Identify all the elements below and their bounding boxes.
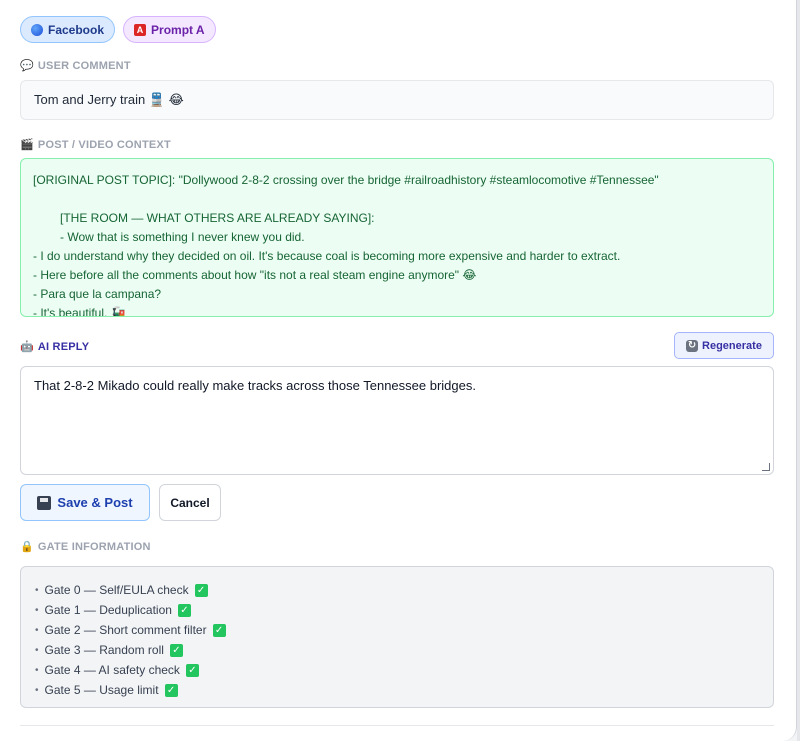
gate-item-label: Gate 5 — Usage limit	[44, 683, 159, 697]
check-mark-icon: ✓	[185, 663, 199, 677]
user-comment-box: Tom and Jerry train 🚆 😂	[20, 80, 774, 120]
check-mark-icon: ✓	[194, 583, 208, 597]
clapper-icon: 🎬	[20, 139, 34, 151]
gate-item: • Gate 0 — Self/EULA check ✓	[35, 580, 759, 600]
gate-item: • Gate 3 — Random roll ✓	[35, 640, 759, 660]
refresh-icon: ↻	[686, 339, 699, 352]
speech-bubble-icon: 💬	[20, 60, 34, 72]
check-mark-icon: ✓	[169, 643, 183, 657]
gate-item: • Gate 4 — AI safety check ✓	[35, 660, 759, 680]
bullet-icon: •	[35, 644, 39, 656]
gate-item: • Gate 5 — Usage limit ✓	[35, 680, 759, 700]
bullet-icon: •	[35, 684, 39, 696]
gate-info-box: • Gate 0 — Self/EULA check ✓ • Gate 1 — …	[20, 566, 774, 708]
gate-info-label: 🔒 GATE INFORMATION	[20, 540, 151, 554]
user-comment-label: 💬 USER COMMENT	[20, 59, 131, 73]
cancel-button-label: Cancel	[170, 495, 210, 510]
lock-icon: 🔒	[20, 541, 34, 553]
context-label: 🎬 POST / VIDEO CONTEXT	[20, 138, 171, 152]
context-line: - Para que la campana?	[33, 287, 162, 301]
save-button-label: Save & Post	[57, 495, 133, 510]
tag-chips: Facebook A Prompt A	[20, 16, 216, 43]
ai-reply-text: That 2-8-2 Mikado could really make trac…	[34, 378, 476, 393]
prompt-chip[interactable]: A Prompt A	[123, 16, 216, 43]
context-line: [THE ROOM — WHAT OTHERS ARE ALREADY SAYI…	[60, 211, 375, 225]
reply-editor-panel: Facebook A Prompt A 💬 USER COMMENT Tom a…	[0, 0, 797, 741]
check-mark-icon: ✓	[164, 683, 178, 697]
gate-item-label: Gate 2 — Short comment filter	[44, 623, 207, 637]
gate-item-label: Gate 0 — Self/EULA check	[44, 583, 189, 597]
user-comment-text: Tom and Jerry train 🚆 😂	[34, 92, 184, 107]
bullet-icon: •	[35, 624, 39, 636]
context-line: - It's beautiful. 🚂	[33, 306, 126, 317]
check-mark-icon: ✓	[212, 623, 226, 637]
prompt-chip-label: Prompt A	[151, 22, 205, 37]
context-line	[33, 190, 761, 209]
context-line: [ORIGINAL POST TOPIC]: "Dollywood 2-8-2 …	[33, 173, 659, 187]
prompt-badge-icon: A	[134, 23, 147, 36]
divider	[20, 725, 774, 726]
save-and-post-button[interactable]: Save & Post	[20, 484, 150, 521]
resize-handle-icon[interactable]	[762, 463, 770, 471]
regenerate-label: Regenerate	[702, 339, 762, 352]
gate-item-label: Gate 1 — Deduplication	[44, 603, 172, 617]
gate-item: • Gate 2 — Short comment filter ✓	[35, 620, 759, 640]
platform-chip[interactable]: Facebook	[20, 16, 116, 43]
ai-reply-label: 🤖 AI REPLY	[20, 340, 90, 354]
facebook-icon	[31, 23, 43, 36]
check-mark-icon: ✓	[177, 603, 191, 617]
gate-item: • Gate 1 — Deduplication ✓	[35, 600, 759, 620]
bullet-icon: •	[35, 604, 39, 616]
ai-reply-textarea[interactable]: That 2-8-2 Mikado could really make trac…	[20, 366, 774, 475]
context-box[interactable]: [ORIGINAL POST TOPIC]: "Dollywood 2-8-2 …	[20, 158, 774, 317]
gate-item-label: Gate 3 — Random roll	[44, 643, 164, 657]
context-line: - Here before all the comments about how…	[33, 268, 477, 282]
gate-item-label: Gate 4 — AI safety check	[44, 663, 180, 677]
cancel-button[interactable]: Cancel	[159, 484, 221, 521]
platform-chip-label: Facebook	[48, 22, 105, 37]
context-line: - Wow that is something I never knew you…	[60, 230, 305, 244]
robot-icon: 🤖	[20, 341, 34, 353]
regenerate-button[interactable]: ↻ Regenerate	[674, 332, 774, 359]
floppy-disk-icon	[37, 495, 52, 510]
context-line: - I do understand why they decided on oi…	[33, 249, 621, 263]
bullet-icon: •	[35, 664, 39, 676]
bullet-icon: •	[35, 584, 39, 596]
